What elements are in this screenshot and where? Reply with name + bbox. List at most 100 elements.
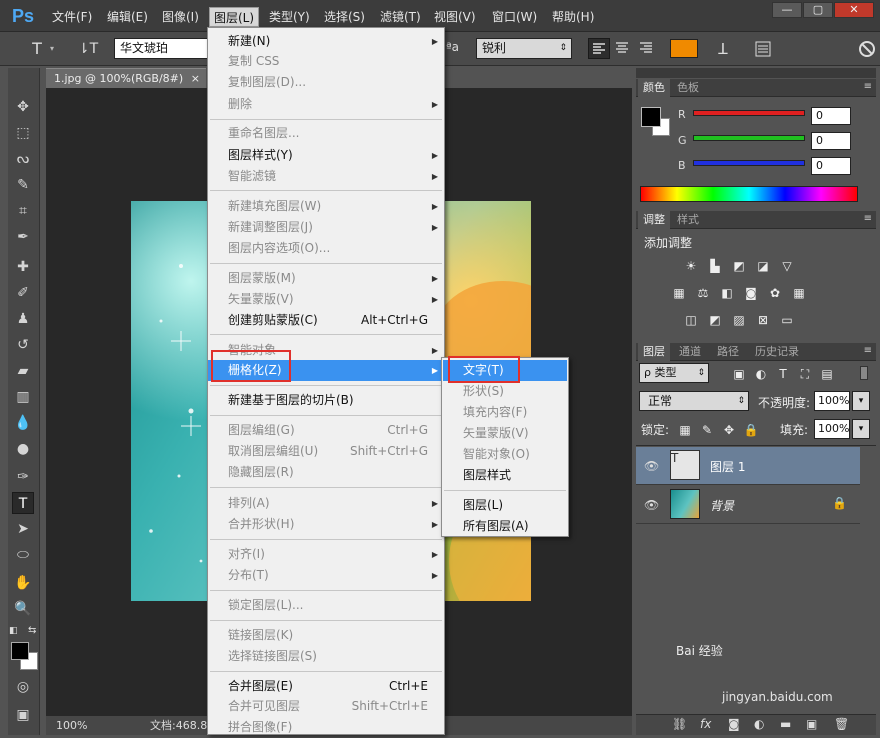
channel-mixer-icon[interactable]: ✿	[766, 285, 784, 301]
menu-select[interactable]: 选择(S)	[320, 7, 369, 27]
selective-color-icon[interactable]: ⊠	[754, 312, 772, 328]
lock-image-icon[interactable]: ✎	[698, 422, 716, 438]
layer-menu-item[interactable]: 排列(A) ▶	[208, 493, 444, 514]
zoom-tool-icon[interactable]: 🔍	[12, 598, 34, 620]
filter-toggle[interactable]	[860, 366, 868, 380]
layer-name[interactable]: 图层 1	[710, 458, 745, 475]
tab-styles[interactable]: 样式	[672, 211, 704, 229]
layer-menu-item[interactable]: 图层编组(G) Ctrl+G	[208, 420, 444, 441]
fill-dropdown-icon[interactable]: ▾	[852, 419, 870, 439]
black-white-icon[interactable]: ◧	[718, 285, 736, 301]
curves-icon[interactable]: ◩	[730, 258, 748, 274]
history-brush-tool-icon[interactable]: ↺	[12, 334, 34, 356]
brightness-icon[interactable]: ☀	[682, 258, 700, 274]
type-tool-preset-icon[interactable]: T	[26, 38, 48, 60]
menu-layer[interactable]: 图层(L)	[209, 7, 260, 27]
layer-menu-item[interactable]: 新建基于图层的切片(B)	[208, 390, 444, 411]
layer-menu-item[interactable]: 图层蒙版(M) ▶	[208, 268, 444, 289]
tab-channels[interactable]: 通道	[674, 343, 706, 361]
gradient-map-icon[interactable]: ▭	[778, 312, 796, 328]
align-left-button[interactable]	[588, 38, 610, 59]
path-select-tool-icon[interactable]: ➤	[12, 518, 34, 540]
quick-mask-icon[interactable]: ◎	[12, 676, 34, 698]
restore-button[interactable]: ▢	[803, 2, 833, 18]
menu-filter[interactable]: 滤镜(T)	[376, 7, 425, 27]
adjustment-icon[interactable]: ◐	[754, 717, 764, 731]
healing-brush-tool-icon[interactable]: ✚	[12, 256, 34, 278]
cancel-edit-button[interactable]	[856, 38, 878, 60]
fill-field[interactable]: 100%	[814, 419, 850, 439]
visibility-eye-icon[interactable]: 👁	[644, 498, 659, 512]
channel-b-value[interactable]: 0	[811, 157, 851, 175]
filter-type-icon[interactable]: T	[774, 366, 792, 382]
rasterize-menu-item[interactable]: 智能对象(O)	[443, 444, 567, 465]
layer-menu-item[interactable]: 合并可见图层 Shift+Ctrl+E	[208, 696, 444, 717]
tab-layers[interactable]: 图层	[638, 343, 670, 361]
opacity-dropdown-icon[interactable]: ▾	[852, 391, 870, 411]
align-center-button[interactable]	[612, 38, 634, 59]
pen-tool-icon[interactable]: ✑	[12, 466, 34, 488]
eyedropper-tool-icon[interactable]: ✒	[12, 226, 34, 248]
lasso-tool-icon[interactable]: ᔓ	[12, 148, 34, 170]
layer-filter-select[interactable]: ρ 类型 ⇕	[639, 363, 709, 383]
menu-window[interactable]: 窗口(W)	[488, 7, 541, 27]
antialias-select[interactable]: 锐利 ⇕	[476, 38, 572, 59]
channel-r-slider[interactable]	[693, 110, 805, 116]
layer-row-background[interactable]: 👁 背景 🔒	[636, 486, 860, 524]
layer-menu-item[interactable]: 隐藏图层(R)	[208, 462, 444, 483]
menu-type[interactable]: 类型(Y)	[265, 7, 314, 27]
quick-select-tool-icon[interactable]: ✎	[12, 174, 34, 196]
filter-pixel-icon[interactable]: ▣	[730, 366, 748, 382]
document-tab[interactable]: 1.jpg @ 100%(RGB/8#) ×	[46, 68, 206, 88]
move-tool-icon[interactable]: ✥	[12, 96, 34, 118]
threshold-icon[interactable]: ▨	[730, 312, 748, 328]
text-color-swatch[interactable]	[670, 39, 698, 58]
swap-colors-icon[interactable]: ⇆	[28, 625, 36, 636]
filter-shape-icon[interactable]: ⛶	[796, 366, 814, 382]
font-family-field[interactable]: 华文琥珀	[114, 38, 209, 59]
layer-menu-item[interactable]: 取消图层编组(U) Shift+Ctrl+G	[208, 441, 444, 462]
rasterize-menu-item[interactable]: 所有图层(A)	[443, 516, 567, 537]
visibility-eye-icon[interactable]: 👁	[644, 459, 659, 473]
tab-swatches[interactable]: 色板	[672, 79, 704, 97]
layer-menu-item[interactable]: 栅格化(Z) ▶	[208, 360, 444, 381]
blend-mode-select[interactable]: 正常 ⇕	[639, 391, 749, 411]
mask-icon[interactable]: ◙	[728, 717, 740, 731]
rasterize-menu-item[interactable]: 图层样式	[443, 465, 567, 486]
filter-smart-icon[interactable]: ▤	[818, 366, 836, 382]
layer-menu-item[interactable]: 创建剪贴蒙版(C) Alt+Ctrl+G	[208, 310, 444, 331]
exposure-icon[interactable]: ◪	[754, 258, 772, 274]
color-lookup-icon[interactable]: ▦	[790, 285, 808, 301]
rasterize-menu-item[interactable]: 图层(L)	[443, 495, 567, 516]
posterize-icon[interactable]: ◩	[706, 312, 724, 328]
close-window-button[interactable]: ✕	[834, 2, 874, 18]
preset-dropdown-icon[interactable]: ▾	[50, 44, 54, 53]
menu-edit[interactable]: 编辑(E)	[103, 7, 152, 27]
layer-name[interactable]: 背景	[710, 497, 734, 514]
document-tab-close-icon[interactable]: ×	[191, 69, 200, 89]
tab-history[interactable]: 历史记录	[750, 343, 804, 361]
layer-menu-item[interactable]: 智能滤镜 ▶	[208, 166, 444, 187]
text-orientation-icon[interactable]: ⇂T	[76, 38, 100, 60]
invert-icon[interactable]: ◫	[682, 312, 700, 328]
gradient-tool-icon[interactable]: ▥	[12, 386, 34, 408]
lock-position-icon[interactable]: ✥	[720, 422, 738, 438]
panel-menu-icon[interactable]: ≡	[864, 81, 872, 92]
link-icon[interactable]: ⛓	[672, 717, 687, 731]
blur-tool-icon[interactable]: 💧	[12, 412, 34, 434]
default-colors-icon[interactable]: ◧	[9, 626, 18, 636]
tab-paths[interactable]: 路径	[712, 343, 744, 361]
layer-menu-item[interactable]: 新建(N) ▶	[208, 31, 444, 52]
screen-mode-icon[interactable]: ▣	[12, 704, 34, 726]
layer-menu-item[interactable]: 分布(T) ▶	[208, 565, 444, 586]
minimize-button[interactable]: —	[772, 2, 802, 18]
stamp-tool-icon[interactable]: ♟	[12, 308, 34, 330]
new-layer-icon[interactable]: ▣	[806, 717, 817, 731]
warp-text-icon[interactable]: ꓕ	[712, 38, 734, 60]
vibrance-icon[interactable]: ▽	[778, 258, 796, 274]
levels-icon[interactable]: ▙	[706, 258, 724, 274]
channel-b-slider[interactable]	[693, 160, 805, 166]
dodge-tool-icon[interactable]: ●	[12, 438, 34, 460]
layer-menu-item[interactable]: 图层内容选项(O)...	[208, 238, 444, 259]
panel-menu-icon[interactable]: ≡	[864, 213, 872, 224]
